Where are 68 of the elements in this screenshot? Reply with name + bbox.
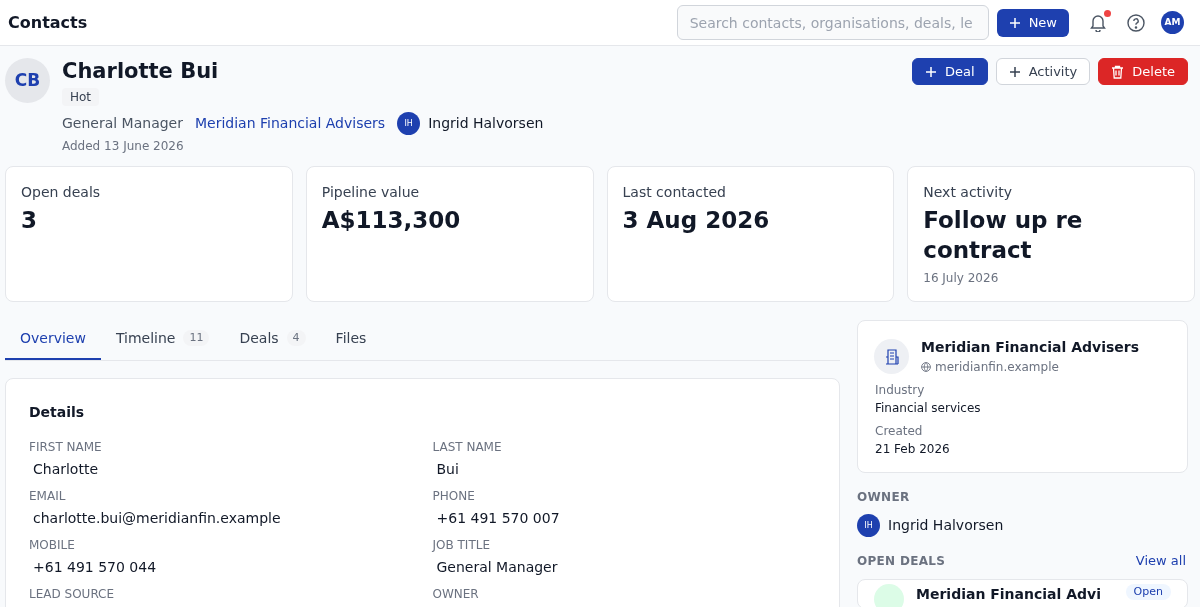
stat-value: Follow up re contract bbox=[923, 206, 1084, 265]
section-heading: OWNER bbox=[857, 489, 911, 506]
trash-icon bbox=[1111, 64, 1125, 79]
tab[interactable]: Timeline 11 bbox=[100, 318, 225, 360]
plus-icon bbox=[925, 65, 938, 78]
owner-avatar: IH bbox=[857, 514, 880, 537]
building-icon bbox=[874, 339, 909, 374]
view-all-link[interactable]: View all bbox=[1135, 551, 1186, 571]
search-field[interactable]: Search contacts, organisations, deals, le bbox=[676, 5, 989, 40]
bell-icon[interactable] bbox=[1089, 13, 1107, 32]
plus-icon bbox=[1008, 65, 1021, 78]
field-value: Charlotte bbox=[32, 460, 100, 478]
owner-avatar: IH bbox=[397, 112, 421, 135]
fact-label: Created bbox=[875, 423, 924, 440]
plus-icon bbox=[1008, 16, 1021, 29]
field-value: +61 491 570 007 bbox=[435, 509, 561, 527]
user-avatar[interactable]: AM bbox=[1161, 11, 1184, 34]
stat-value: 3 Aug 2026 bbox=[622, 206, 771, 235]
contact-name: Charlotte Bui bbox=[62, 58, 220, 84]
add-button[interactable]: Deal bbox=[912, 58, 988, 85]
fact-value: 21 Feb 2026 bbox=[875, 441, 951, 458]
contact-avatar: CB bbox=[5, 58, 50, 103]
field-label: LEAD SOURCE bbox=[29, 586, 116, 602]
status-badge: Open bbox=[1125, 583, 1171, 600]
field-label: FIRST NAME bbox=[29, 439, 103, 455]
field-value: General Manager bbox=[435, 558, 559, 576]
tab[interactable]: Overview bbox=[5, 318, 101, 360]
count-badge: 11 bbox=[183, 329, 210, 347]
fact-label: Industry bbox=[875, 382, 926, 399]
website-link[interactable]: meridianfin.example bbox=[935, 358, 1059, 376]
count-badge: 4 bbox=[286, 329, 306, 347]
field-value: Bui bbox=[435, 460, 460, 478]
field-label: MOBILE bbox=[29, 537, 76, 553]
owner-name: Ingrid Halvorsen bbox=[888, 516, 1004, 535]
stat-subtext: 16 July 2026 bbox=[923, 270, 1000, 287]
field-label: PHONE bbox=[432, 488, 476, 504]
delete-button[interactable]: Delete bbox=[1098, 58, 1188, 85]
field-value: +61 491 570 044 bbox=[32, 558, 158, 576]
tab[interactable]: Deals 4 bbox=[224, 318, 321, 360]
organisation-name: Meridian Financial Advisers bbox=[921, 338, 1140, 357]
deal-card[interactable]: Meridian Financial Advi Open bbox=[857, 578, 1188, 607]
field-label: EMAIL bbox=[29, 488, 67, 504]
stat-label: Pipeline value bbox=[321, 183, 421, 202]
globe-icon bbox=[921, 362, 931, 372]
tag-badge: Hot bbox=[62, 88, 100, 106]
job-title: General Manager bbox=[62, 114, 183, 133]
help-icon[interactable] bbox=[1127, 13, 1145, 32]
new-button[interactable]: New bbox=[996, 8, 1069, 37]
organisation-link[interactable]: Meridian Financial Advisers bbox=[195, 113, 386, 134]
stat-value: 3 bbox=[21, 206, 38, 235]
deal-name: Meridian Financial Advi bbox=[916, 584, 1101, 604]
field-label: JOB TITLE bbox=[432, 537, 491, 553]
stat-label: Last contacted bbox=[622, 183, 727, 202]
fact-value: Financial services bbox=[875, 400, 982, 417]
section-title: Details bbox=[29, 403, 86, 422]
stat-label: Next activity bbox=[923, 183, 1013, 202]
added-date: Added 13 June 2026 bbox=[62, 138, 185, 155]
field-label: OWNER bbox=[432, 586, 480, 602]
tab[interactable]: Files bbox=[320, 318, 382, 360]
section-heading: OPEN DEALS bbox=[857, 552, 946, 570]
stat-label: Open deals bbox=[21, 183, 102, 202]
owner-name: Ingrid Halvorsen bbox=[428, 114, 544, 133]
deal-icon bbox=[874, 583, 904, 607]
page-title: Contacts bbox=[8, 11, 88, 34]
field-value: charlotte.bui@meridianfin.example bbox=[32, 509, 282, 527]
stat-value: A$113,300 bbox=[321, 206, 462, 235]
add-button[interactable]: Activity bbox=[995, 58, 1091, 85]
field-label: LAST NAME bbox=[432, 439, 503, 455]
